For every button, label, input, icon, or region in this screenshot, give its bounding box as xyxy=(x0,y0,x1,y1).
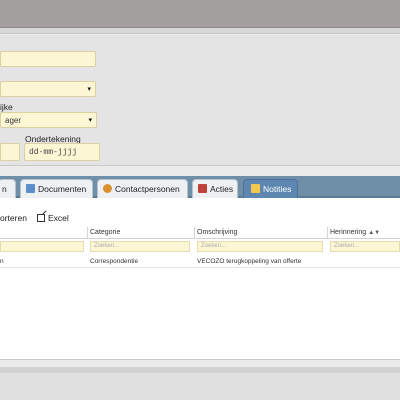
text-field-top[interactable] xyxy=(0,51,96,67)
excel-label: Excel xyxy=(48,213,69,223)
import-button[interactable]: orteren xyxy=(0,213,27,223)
contacts-icon xyxy=(103,184,112,193)
date-placeholder: dd-mm-jjjj xyxy=(29,148,78,157)
tab-notities-label: Notities xyxy=(263,184,292,194)
date-field-left[interactable] xyxy=(0,143,20,161)
notes-panel: orteren Excel Categorie Omschrijving Her… xyxy=(0,198,400,360)
tab-acties[interactable]: Acties xyxy=(192,179,238,198)
notes-icon xyxy=(251,184,260,193)
field-label-partial: ijke xyxy=(0,102,13,112)
column-header-herinnering[interactable]: Herinnering ▲▼ xyxy=(327,227,400,239)
ondertekening-date-field[interactable]: dd-mm-jjjj xyxy=(24,143,100,161)
select-2-value: ager xyxy=(5,116,22,125)
actions-icon xyxy=(198,184,207,193)
column-header-categorie[interactable]: Categorie xyxy=(87,227,194,239)
cell-omschrijving: VECOZO terugkoppeling van offerte xyxy=(197,258,302,265)
spacer xyxy=(0,167,400,176)
cell-categorie: Correspondentie xyxy=(90,258,139,265)
table-row[interactable]: n Correspondentie VECOZO terugkoppeling … xyxy=(0,256,400,268)
tab-acties-label: Acties xyxy=(210,184,234,194)
tab-bar: n Documenten Contactpersonen Acties Noti… xyxy=(0,176,400,198)
filter-input-categorie[interactable]: Zoeken... xyxy=(90,241,190,252)
export-icon xyxy=(37,214,45,222)
filter-input-first[interactable] xyxy=(0,241,84,252)
documents-icon xyxy=(26,184,35,193)
sort-icon[interactable]: ▲▼ xyxy=(368,228,380,239)
chevron-down-icon: ▾ xyxy=(87,86,91,93)
chevron-down-icon: ▾ xyxy=(88,117,92,124)
tab-partial-label: n xyxy=(2,184,7,194)
header-separator xyxy=(0,28,400,34)
footer-strip xyxy=(0,367,400,373)
cell-first: n xyxy=(0,258,4,265)
filter-row: Zoeken... Zoeken... Zoeken... xyxy=(0,239,400,255)
excel-export-button[interactable]: Excel xyxy=(37,213,69,223)
tab-partial[interactable]: n xyxy=(0,179,16,198)
herinnering-label: Herinnering xyxy=(330,229,367,236)
tab-contactpersonen-label: Contactpersonen xyxy=(115,184,180,194)
filter-input-omschrijving[interactable]: Zoeken... xyxy=(197,241,323,252)
column-header-omschrijving[interactable]: Omschrijving xyxy=(194,227,327,239)
tab-documenten[interactable]: Documenten xyxy=(20,179,93,198)
tab-notities[interactable]: Notities xyxy=(243,179,298,198)
select-field-2[interactable]: ager ▾ xyxy=(0,112,97,128)
tab-contactpersonen[interactable]: Contactpersonen xyxy=(97,179,188,198)
window-titlebar xyxy=(0,0,400,28)
tab-documenten-label: Documenten xyxy=(38,184,87,194)
table-header: Categorie Omschrijving Herinnering ▲▼ xyxy=(0,227,400,239)
form-panel: ▾ ijke ager ▾ Ondertekening dd-mm-jjjj xyxy=(0,35,400,166)
select-field-1[interactable]: ▾ xyxy=(0,81,96,97)
filter-input-herinnering[interactable]: Zoeken... xyxy=(330,241,400,252)
